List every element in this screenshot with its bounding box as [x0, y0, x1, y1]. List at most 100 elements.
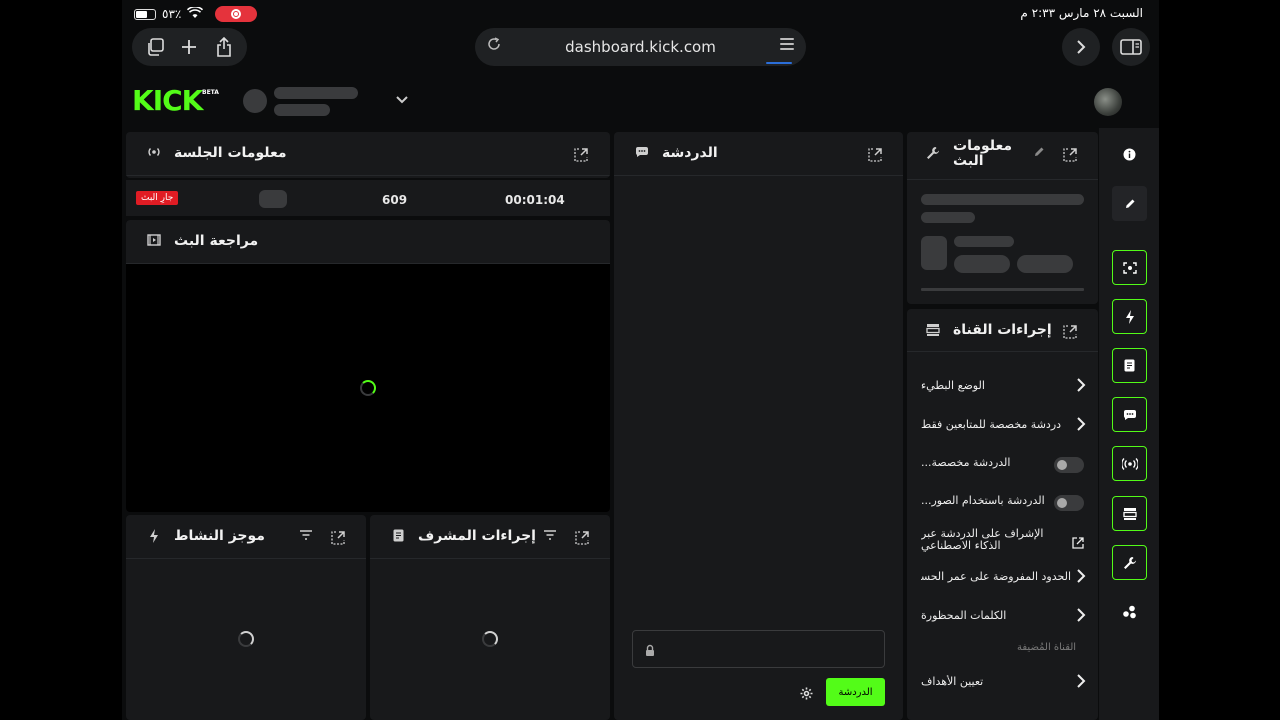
popout-icon[interactable]	[574, 147, 588, 162]
reload-icon[interactable]	[487, 37, 501, 55]
subscribers-only-toggle[interactable]	[1054, 457, 1084, 473]
popout-icon[interactable]	[1063, 147, 1077, 162]
info-icon[interactable]	[1112, 137, 1147, 172]
action-label: الدردشة باستخدام الصور...	[921, 494, 1045, 507]
chevron-right-icon	[1076, 416, 1086, 436]
session-info-panel: معلومات الجلسة	[126, 132, 610, 178]
mod-actions-panel: إجراءات المشرف	[370, 515, 610, 720]
channel-settings-icon	[1122, 507, 1137, 520]
channel-switcher-chevron-icon[interactable]	[394, 92, 410, 108]
chevron-right-icon	[1077, 40, 1086, 54]
action-followers-only[interactable]: دردشة مخصصة للمتابعين فقط	[907, 409, 1098, 443]
popout-icon[interactable]	[1063, 324, 1077, 339]
broadcast-icon	[146, 146, 162, 162]
external-link-icon	[1072, 534, 1084, 553]
action-label: تعيين الأهداف	[921, 675, 984, 688]
popout-icon[interactable]	[575, 530, 589, 545]
battery-percent: ٥٣٪	[162, 7, 182, 21]
stream-duration: 00:01:04	[505, 193, 565, 207]
channel-avatar-placeholder[interactable]	[243, 89, 267, 113]
kick-logo[interactable]: KICK	[132, 86, 203, 116]
channel-settings-icon	[925, 323, 941, 339]
rail-chat-button[interactable]	[1112, 397, 1147, 432]
beta-badge: BETA	[202, 89, 219, 96]
action-banned-words[interactable]: الكلمات المحظورة	[907, 600, 1098, 634]
channel-actions-header: إجراءات القناة	[907, 309, 1098, 352]
rail-channel-actions-button[interactable]	[1112, 496, 1147, 531]
stat-placeholder	[259, 190, 287, 208]
activity-feed-title: موجز النشاط	[174, 528, 265, 544]
chat-title: الدردشة	[662, 145, 718, 161]
rail-stream-review-button[interactable]	[1112, 250, 1147, 285]
action-label: الإشراف على الدردشة عبر الذكاء الاصطناعي	[921, 528, 1044, 552]
share-icon[interactable]	[210, 33, 238, 61]
stream-review-header: مراجعة البث	[126, 220, 610, 264]
live-status-badge: جارِ البث	[136, 191, 179, 205]
lightning-icon	[1125, 309, 1134, 324]
channel-sub-placeholder	[274, 104, 330, 116]
screen-capture-icon	[1122, 261, 1137, 274]
more-widgets-icon[interactable]	[1112, 594, 1147, 629]
mod-actions-title: إجراءات المشرف	[418, 528, 536, 544]
edit-pencil-icon[interactable]	[1031, 146, 1047, 162]
edit-pencil-icon[interactable]	[1112, 186, 1147, 221]
rail-mod-actions-button[interactable]	[1112, 348, 1147, 383]
wifi-icon	[187, 5, 204, 22]
lightning-icon	[146, 529, 162, 545]
viewer-count: 609	[382, 193, 408, 207]
chevron-right-icon	[1076, 568, 1086, 588]
action-ai-moderation[interactable]: الإشراف على الدردشة عبر الذكاء الاصطناعي	[907, 523, 1098, 563]
user-avatar[interactable]	[1094, 88, 1122, 116]
stream-info-panel: معلومات البث	[907, 132, 1098, 304]
hosted-channel-section-header: القناة المُضيفة	[1017, 642, 1077, 653]
session-stats-row: جارِ البث 609 00:01:04	[126, 180, 610, 216]
chat-settings-gear-icon[interactable]	[800, 685, 813, 704]
popout-icon[interactable]	[331, 530, 345, 545]
tag-placeholder	[1017, 255, 1073, 273]
emote-only-toggle[interactable]	[1054, 495, 1084, 511]
rail-activity-feed-button[interactable]	[1112, 299, 1147, 334]
rail-session-info-button[interactable]	[1112, 446, 1147, 481]
sidebar-toggle-button[interactable]	[1112, 28, 1150, 66]
reader-mode-icon[interactable]	[780, 38, 794, 52]
ipad-screen: ٥٣٪ السبت ٢٨ مارس ٢:٣٣ م dashboard.kick.…	[122, 0, 1159, 720]
activity-feed-header: موجز النشاط	[126, 515, 366, 559]
chat-send-button[interactable]: الدردشة	[826, 678, 885, 706]
chevron-right-icon	[1076, 673, 1086, 693]
video-preview-icon	[146, 234, 162, 250]
forward-button[interactable]	[1062, 28, 1100, 66]
sidebar-icon	[1120, 39, 1142, 55]
popout-icon[interactable]	[868, 147, 882, 162]
rail-stream-info-button[interactable]	[1112, 545, 1147, 580]
stream-info-title: معلومات البث	[953, 138, 1013, 169]
chat-header: الدردشة	[614, 132, 903, 176]
stream-review-panel: مراجعة البث	[126, 220, 610, 512]
new-tab-icon[interactable]	[175, 33, 203, 61]
action-label: الكلمات المحظورة	[921, 609, 1007, 622]
action-slow-mode[interactable]: الوضع البطيء	[907, 370, 1098, 404]
chevron-right-icon	[1076, 607, 1086, 627]
video-loading-spinner	[360, 380, 376, 396]
stream-sub-placeholder	[921, 212, 975, 223]
action-account-age[interactable]: الحدود المفروضة على عمر الحساب	[907, 561, 1098, 595]
action-label: الدردشة مخصصة...	[921, 456, 1011, 469]
channel-actions-panel: إجراءات القناة الوضع البطيء دردشة مخصصة …	[907, 309, 1098, 720]
action-set-goals[interactable]: تعيين الأهداف	[907, 666, 1098, 700]
chat-message-input[interactable]	[632, 630, 885, 668]
filter-icon[interactable]	[298, 529, 314, 545]
browser-toolbar-left	[132, 28, 247, 66]
url-text: dashboard.kick.com	[565, 38, 716, 56]
chat-panel: الدردشة الدردشة	[614, 132, 903, 720]
tabs-overview-icon[interactable]	[141, 33, 169, 61]
lock-icon	[645, 642, 655, 661]
tag-placeholder	[954, 255, 1010, 273]
status-datetime: السبت ٢٨ مارس ٢:٣٣ م	[1020, 6, 1143, 20]
chat-bubble-icon	[634, 146, 650, 162]
address-bar[interactable]: dashboard.kick.com	[475, 28, 806, 66]
channel-name-placeholder	[274, 87, 358, 99]
divider	[921, 288, 1084, 291]
filter-icon[interactable]	[542, 529, 558, 545]
action-label: الحدود المفروضة على عمر الحساب	[921, 570, 1071, 583]
action-subscribers-only: الدردشة مخصصة...	[907, 447, 1098, 481]
wrench-icon	[925, 146, 941, 162]
